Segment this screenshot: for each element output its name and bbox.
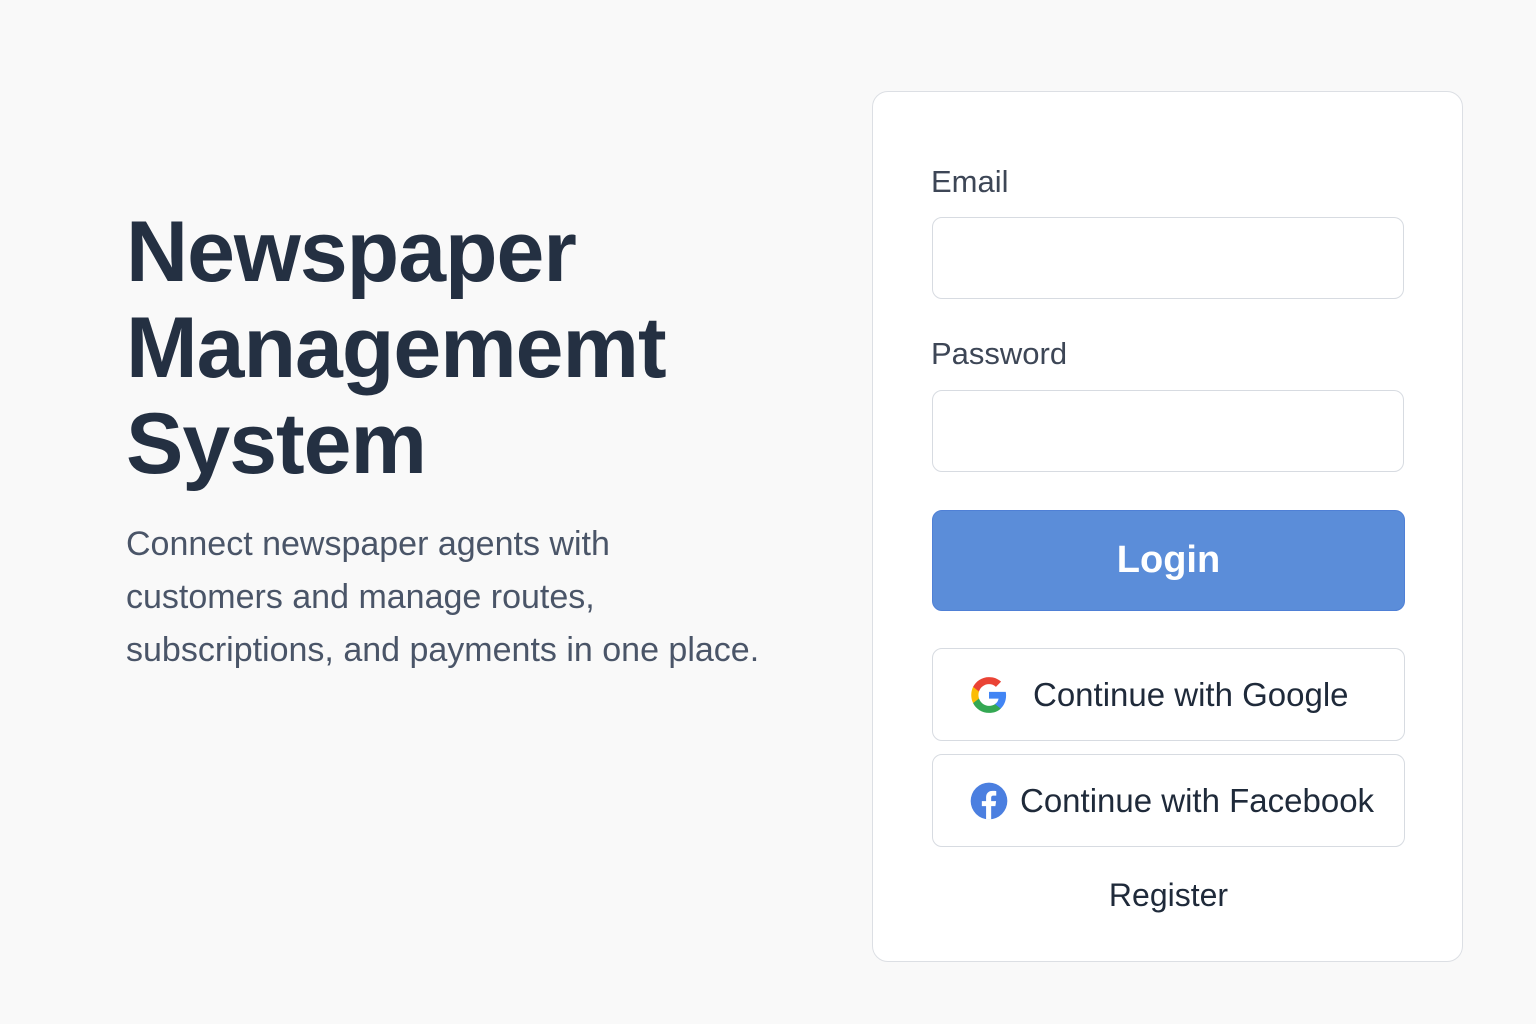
title-line: System bbox=[126, 396, 427, 492]
facebook-login-button[interactable]: Continue with Facebook bbox=[932, 754, 1405, 847]
facebook-button-label: Continue with Facebook bbox=[1020, 782, 1375, 819]
email-label: Email bbox=[931, 164, 1009, 199]
google-button-label: Continue with Google bbox=[1033, 676, 1349, 713]
email-field[interactable] bbox=[932, 217, 1404, 299]
title-line: Managememt bbox=[126, 300, 667, 396]
password-field[interactable] bbox=[932, 390, 1404, 472]
login-card: Email Password Login Continue with Googl… bbox=[872, 91, 1463, 962]
register-link[interactable]: Register bbox=[932, 875, 1405, 915]
google-login-button[interactable]: Continue with Google bbox=[932, 648, 1405, 741]
page-title: Newspaper Managememt System bbox=[126, 204, 846, 492]
hero-description: Connect newspaper agents with customers … bbox=[126, 525, 760, 669]
title-line: Newspaper bbox=[126, 204, 577, 300]
hero-section: Newspaper Managememt System Connect news… bbox=[126, 204, 846, 677]
password-label: Password bbox=[931, 336, 1068, 371]
google-icon bbox=[971, 677, 1007, 713]
facebook-icon bbox=[970, 782, 1008, 820]
login-button[interactable]: Login bbox=[932, 510, 1405, 611]
